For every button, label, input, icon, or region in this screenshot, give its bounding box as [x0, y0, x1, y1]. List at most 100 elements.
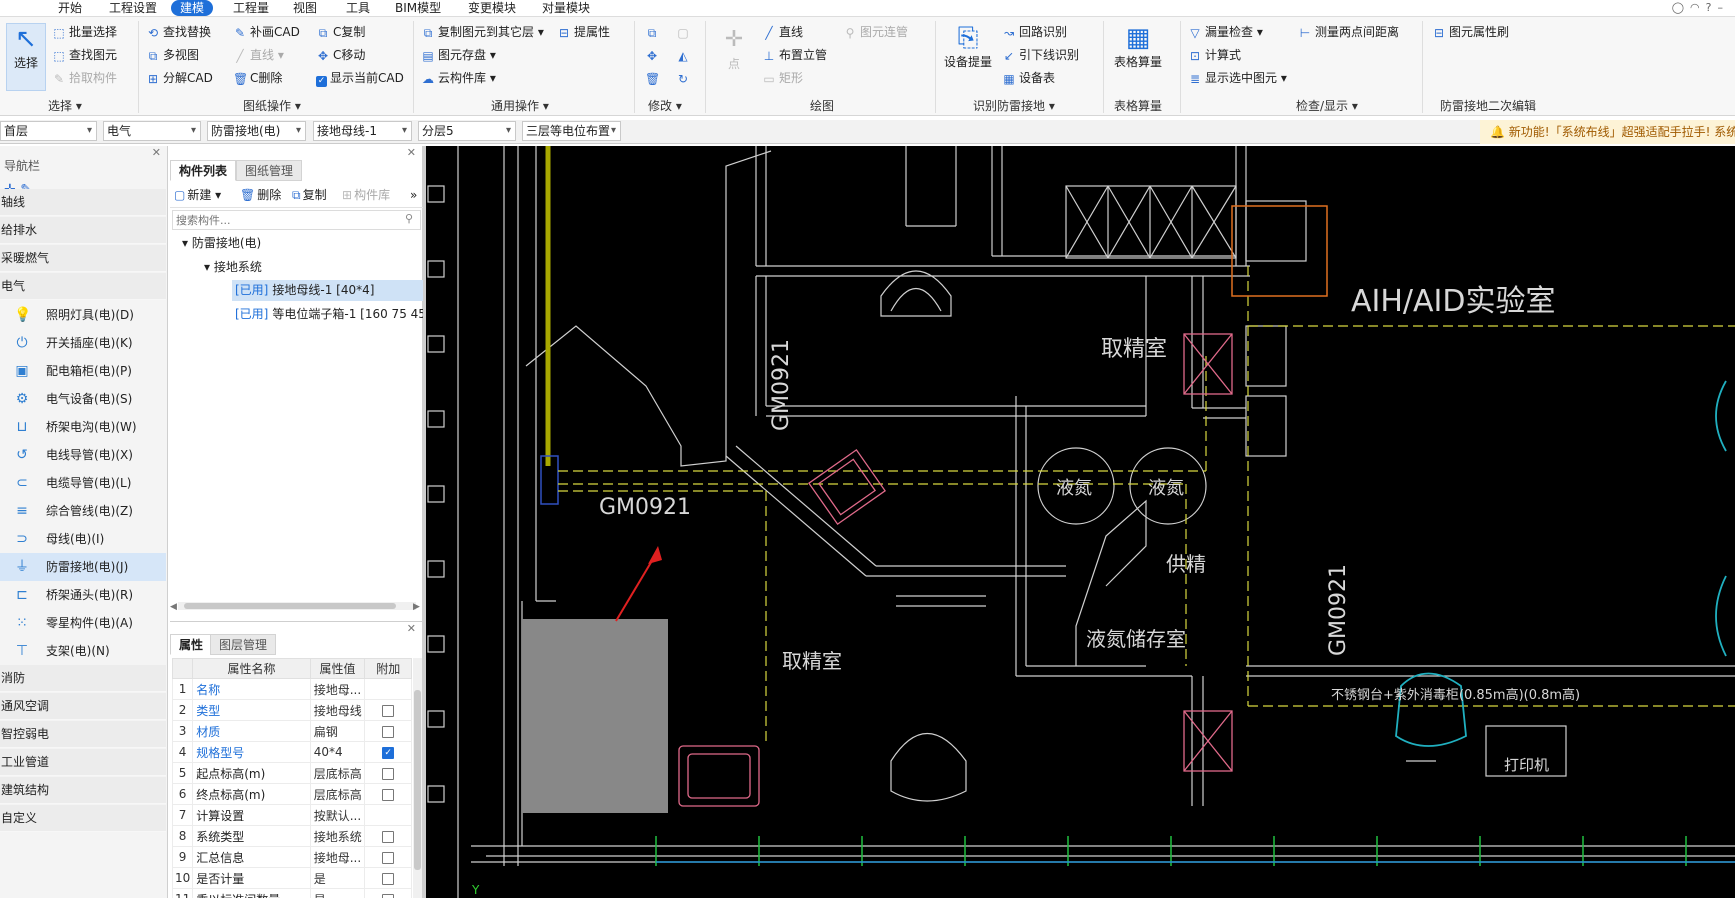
property-value[interactable]: 是 [309, 867, 366, 889]
sidebar-item[interactable]: ↺ 电线导管(电)(X) [0, 441, 166, 469]
draw-rectangle-button[interactable]: ▭ 矩形 [762, 69, 803, 87]
nav-category[interactable]: 自定义 [0, 805, 166, 832]
table-quantity-button[interactable]: ▦ 表格算量 [1110, 23, 1166, 70]
table-row[interactable]: 7 计算设置 按默认... [171, 804, 412, 826]
vertical-scrollbar[interactable] [413, 658, 422, 898]
table-row[interactable]: 11乘以标准间数量是 [171, 888, 412, 898]
selected-region[interactable] [522, 619, 668, 813]
missing-check-button[interactable]: ▽ 漏量检查 ▾ [1188, 23, 1262, 41]
nav-category[interactable]: 给排水 [0, 217, 166, 244]
property-value[interactable]: 层底标高 [309, 762, 366, 784]
tab-properties[interactable]: 属性 [170, 634, 213, 655]
sidebar-item[interactable]: ⏻ 开关插座(电)(K) [0, 329, 166, 357]
mirror-tool-button[interactable]: ◭ [676, 46, 693, 64]
device-table-button[interactable]: ▦ 设备表 [1002, 69, 1055, 87]
sidebar-item[interactable]: ⊃ 母线(电)(I) [0, 525, 166, 553]
element-connect-pipe-button[interactable]: ⚲ 图元连管 [843, 23, 908, 41]
property-value[interactable]: 层底标高 [309, 783, 366, 805]
sidebar-item[interactable]: ⏚ 防雷接地(电)(J) [0, 553, 166, 581]
batch-select-button[interactable]: ⬚ 批量选择 [52, 23, 117, 41]
property-value[interactable]: 接地母... [309, 678, 366, 700]
table-row[interactable]: 9 汇总信息 接地母... [171, 846, 412, 868]
scroll-right-icon[interactable]: ▶ [413, 602, 420, 612]
tree-leaf-terminal-box[interactable]: [已用] 等电位端子箱-1 [160 75 45] [232, 304, 423, 325]
attach-checkbox[interactable] [382, 893, 395, 898]
property-value[interactable]: 接地母... [309, 846, 366, 868]
place-riser-button[interactable]: ⊥ 布置立管 [762, 46, 827, 64]
nav-category[interactable]: 电气 [0, 273, 166, 300]
scroll-left-icon[interactable]: ◀ [170, 602, 177, 612]
property-value[interactable]: 按默认... [309, 804, 366, 826]
new-feature-notice[interactable]: 🔔 新功能!「系统布线」超强适配手拉手! 系统 [1480, 120, 1735, 144]
close-icon[interactable]: ✕ [407, 146, 416, 159]
table-row[interactable]: 4 规格型号 40*4 ✓ [171, 741, 412, 763]
attribute-brush-button[interactable]: ⊟ 图元属性刷 [1432, 23, 1509, 41]
sidebar-item[interactable]: 💡 照明灯具(电)(D) [0, 301, 166, 329]
move-tool-button[interactable]: ✥ [645, 46, 662, 64]
tree-leaf-ground-bus[interactable]: [已用] 接地母线-1 [40*4] [232, 280, 423, 301]
component-library-button[interactable]: ⊞ 构件库 [342, 186, 390, 204]
table-row[interactable]: 10 是否计量是 [171, 867, 412, 889]
floor-select[interactable]: 首层 [0, 121, 97, 141]
sidebar-item[interactable]: ⊏ 桥架通头(电)(R) [0, 581, 166, 609]
circuit-identify-button[interactable]: ↝ 回路识别 [1002, 23, 1067, 41]
help-icon[interactable]: ? [1706, 1, 1718, 14]
cad-copy-button[interactable]: ⧉ C复制 [316, 23, 366, 41]
menu-bim-model[interactable]: BIM模型 [395, 0, 441, 16]
tree-child[interactable]: ▾ 接地系统 [204, 256, 262, 278]
sink-fixture[interactable] [807, 448, 887, 526]
component-search-input[interactable] [172, 210, 421, 230]
scrollbar-thumb[interactable] [414, 690, 421, 870]
menu-change-module[interactable]: 变更模块 [468, 0, 516, 16]
element-save-button[interactable]: ▤ 图元存盘 ▾ [421, 46, 496, 64]
sidebar-item[interactable]: ≡ 综合管线(电)(Z) [0, 497, 166, 525]
table-row[interactable]: 3 材质 扁钢 [171, 720, 412, 742]
copy-component-button[interactable]: ⧉ 复制 [292, 186, 327, 204]
cad-line-button[interactable]: ╱ 直线 ▾ [233, 46, 283, 64]
scrollbar-thumb[interactable] [184, 603, 396, 609]
attach-checkbox[interactable] [382, 830, 395, 843]
sidebar-item[interactable]: ▣ 配电箱柜(电)(P) [0, 357, 166, 385]
tree-root[interactable]: ▾ 防雷接地(电) [182, 232, 261, 254]
menu-view[interactable]: 视图 [293, 0, 317, 16]
nav-category[interactable]: 轴线 [0, 189, 166, 216]
extract-attribute-button[interactable]: ⊟ 提属性 [557, 23, 610, 41]
property-value[interactable]: 扁钢 [309, 720, 366, 742]
property-value[interactable]: 是 [309, 888, 366, 898]
table-row[interactable]: 1 名称 接地母... [171, 678, 412, 700]
attach-checkbox[interactable]: ✓ [382, 746, 395, 759]
cad-move-button[interactable]: ✥ C移动 [316, 46, 365, 64]
attach-checkbox[interactable] [382, 851, 395, 864]
select-button[interactable]: ↖ 选择 [6, 23, 46, 91]
sink-fixture[interactable] [817, 458, 877, 516]
menu-tools[interactable]: 工具 [346, 0, 370, 16]
sidebar-item[interactable]: ⚙ 电气设备(电)(S) [0, 385, 166, 413]
close-icon[interactable]: ✕ [152, 146, 161, 159]
down-lead-identify-button[interactable]: ↙ 引下线识别 [1002, 46, 1079, 64]
measure-distance-button[interactable]: ⊢ 测量两点间距离 [1298, 23, 1399, 41]
sink-fixture[interactable] [687, 753, 751, 799]
nav-category[interactable]: 工业管道 [0, 749, 166, 776]
pick-component-button[interactable]: ✎ 拾取构件 [52, 69, 117, 87]
attach-checkbox[interactable] [382, 767, 395, 780]
more-icon[interactable]: » [410, 186, 417, 204]
device-quantity-button[interactable]: ⎘ 设备提量 [942, 23, 994, 70]
close-icon[interactable]: ✕ [407, 622, 416, 635]
table-row[interactable]: 2 类型 接地母线 [171, 699, 412, 721]
tab-drawing-management[interactable]: 图纸管理 [236, 160, 303, 181]
delete-tool-button[interactable]: 🗑 [645, 69, 662, 87]
multi-view-button[interactable]: ⧉ 多视图 [146, 46, 199, 64]
drawing-select[interactable]: 三层等电位布置 [522, 121, 621, 141]
find-element-button[interactable]: ⬚ 查找图元 [52, 46, 117, 64]
menu-quantity[interactable]: 工程量 [233, 0, 269, 16]
menu-modeling[interactable]: 建模 [171, 0, 214, 16]
nav-category[interactable]: 消防 [0, 665, 166, 692]
point-button[interactable]: ✛ 点 [714, 25, 754, 72]
table-row[interactable]: 8 系统类型 接地系统 [171, 825, 412, 847]
nav-category[interactable]: 采暖燃气 [0, 245, 166, 272]
user-icon[interactable]: ◯ [1672, 1, 1690, 14]
horizontal-scrollbar[interactable] [178, 602, 416, 610]
attach-checkbox[interactable] [382, 788, 395, 801]
cloud-library-button[interactable]: ☁ 云构件库 ▾ [421, 69, 496, 87]
cad-delete-button[interactable]: 🗑 C删除 [233, 69, 282, 87]
